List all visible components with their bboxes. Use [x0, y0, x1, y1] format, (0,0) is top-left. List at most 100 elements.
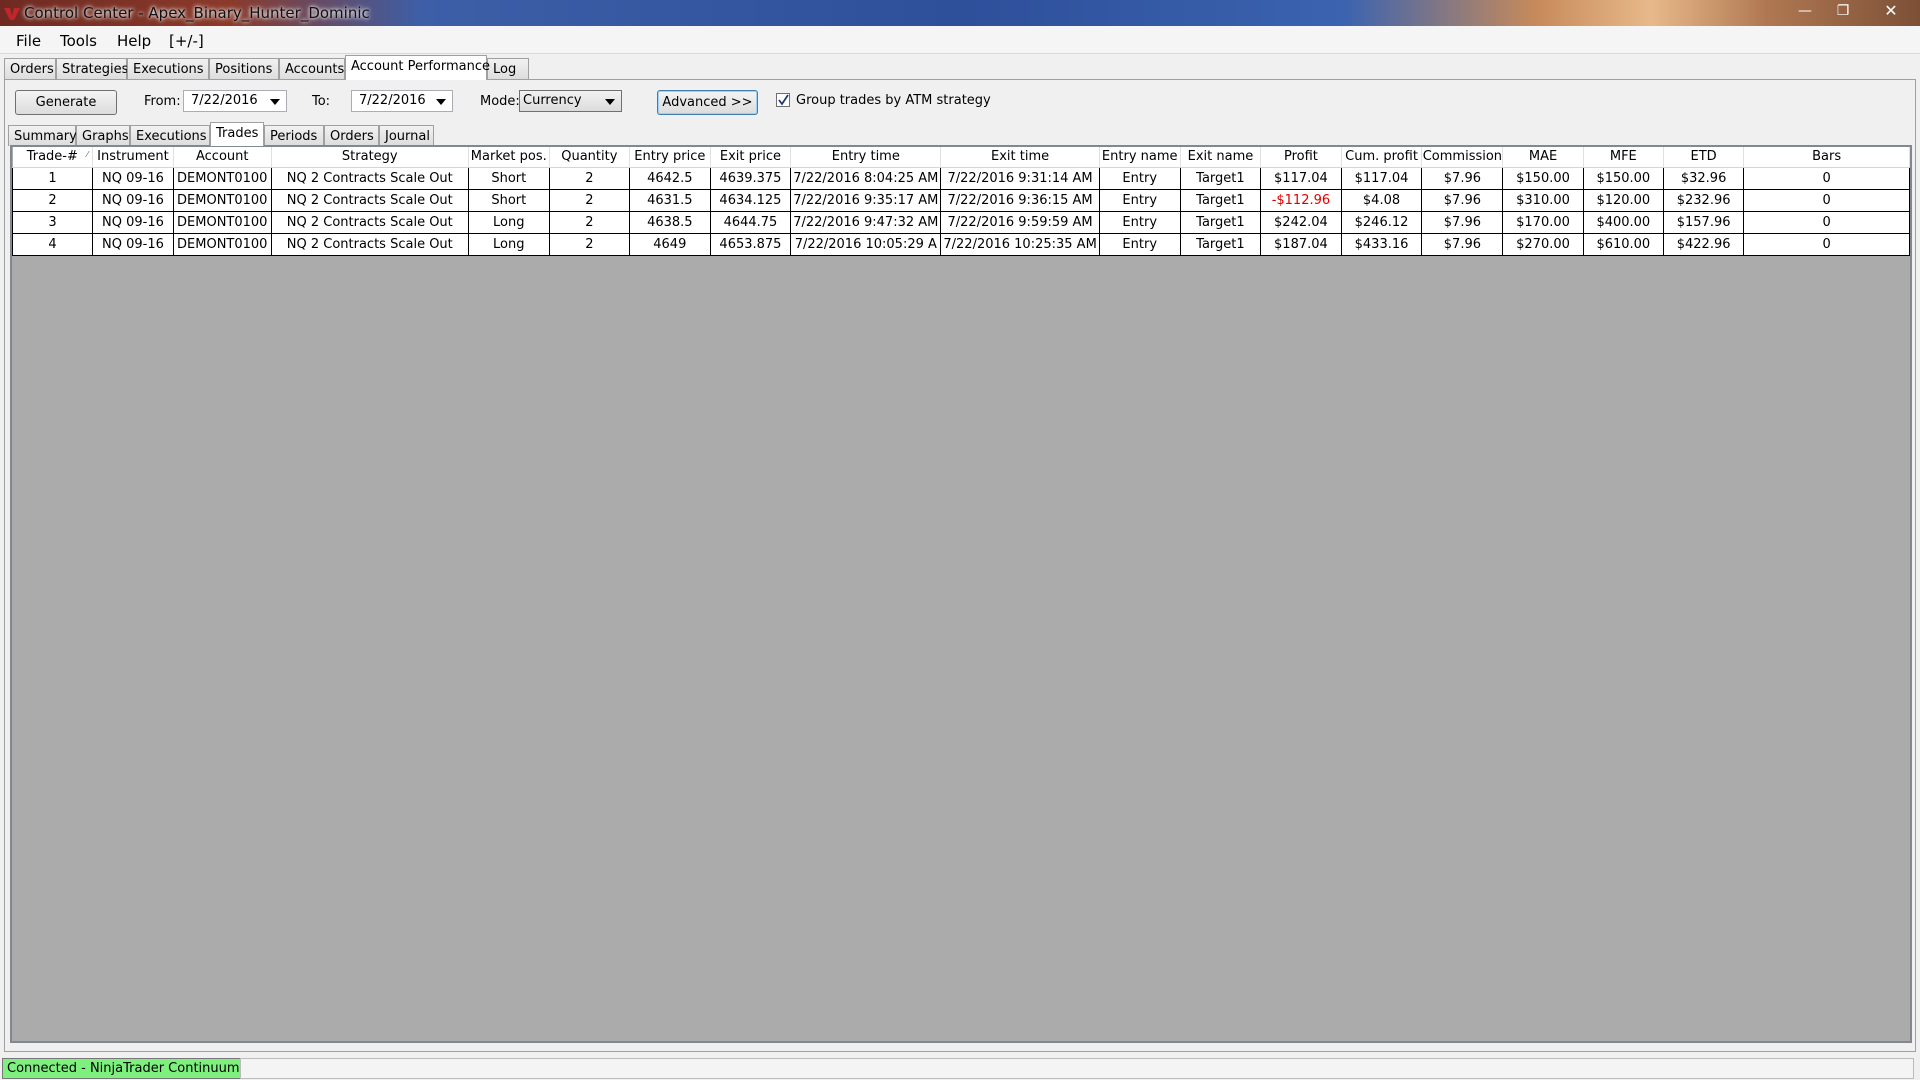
column-header[interactable]: MAE: [1502, 147, 1584, 168]
column-header-label: Strategy: [341, 149, 398, 165]
to-date-value: 7/22/2016: [359, 93, 426, 108]
column-header[interactable]: Account: [173, 147, 272, 168]
advanced-button[interactable]: Advanced >>: [657, 90, 758, 115]
column-header[interactable]: Bars: [1743, 147, 1910, 168]
tab-journal[interactable]: Journal: [379, 125, 434, 146]
trades-grid[interactable]: Trade-# ⁄ Instrument Account Strategy Market …: [10, 145, 1912, 1043]
tab-executions[interactable]: Executions: [127, 58, 209, 80]
table-cell: Entry: [1099, 167, 1181, 190]
column-header[interactable]: Commission: [1421, 147, 1504, 168]
table-row[interactable]: 3 NQ 09-16 DEMONT0100 NQ 2 Contracts Scale …: [12, 211, 1910, 234]
menu-tools[interactable]: Tools: [60, 32, 97, 50]
tab-summary[interactable]: Summary: [8, 125, 77, 146]
connection-status: Connected - NinjaTrader Continuum: [2, 1058, 245, 1079]
chevron-down-icon: [436, 99, 446, 105]
column-header[interactable]: Exit name: [1180, 147, 1262, 168]
tab-positions[interactable]: Positions: [209, 58, 279, 80]
to-date-picker[interactable]: 7/22/2016: [351, 90, 453, 112]
checkmark-icon: [778, 94, 789, 106]
tab-log[interactable]: Log: [487, 58, 529, 80]
table-cell: $400.00: [1583, 211, 1664, 234]
tab-orders-sub[interactable]: Orders: [324, 125, 379, 146]
table-cell: NQ 2 Contracts Scale Out: [271, 233, 469, 256]
column-header[interactable]: Market pos.: [468, 147, 550, 168]
table-cell: Long: [468, 211, 550, 234]
table-cell: $4.08: [1341, 189, 1423, 212]
table-cell: $246.12: [1341, 211, 1423, 234]
menu-help[interactable]: Help: [117, 32, 151, 50]
table-cell: 7/22/2016 8:04:25 AM: [790, 167, 942, 190]
table-cell: $120.00: [1583, 189, 1664, 212]
column-header[interactable]: ETD: [1663, 147, 1745, 168]
tab-trades[interactable]: Trades: [210, 122, 264, 146]
table-cell: 4634.125: [710, 189, 792, 212]
tab-strategies[interactable]: Strategies: [56, 58, 128, 80]
mode-value: Currency: [523, 93, 582, 108]
close-button[interactable]: ✕: [1866, 0, 1916, 22]
column-header-label: Entry name: [1101, 149, 1178, 165]
column-header-label: Exit name: [1187, 149, 1254, 165]
status-bar: Connected - NinjaTrader Continuum: [0, 1055, 1920, 1080]
table-cell: 4649: [629, 233, 711, 256]
column-header[interactable]: Strategy: [271, 147, 469, 168]
table-cell: $242.04: [1260, 211, 1342, 234]
table-cell: 0: [1743, 233, 1910, 256]
column-header-label: Profit: [1283, 149, 1318, 165]
table-row[interactable]: 2 NQ 09-16 DEMONT0100 NQ 2 Contracts Scale …: [12, 189, 1910, 212]
generate-button[interactable]: Generate: [15, 90, 117, 115]
table-cell: 7/22/2016 9:36:15 AM: [940, 189, 1100, 212]
column-header[interactable]: Entry price: [629, 147, 711, 168]
column-header[interactable]: Entry time: [790, 147, 942, 168]
table-cell: Short: [468, 189, 550, 212]
table-cell: 0: [1743, 167, 1910, 190]
table-row[interactable]: 1 NQ 09-16 DEMONT0100 NQ 2 Contracts Scale …: [12, 167, 1910, 190]
mode-select[interactable]: Currency: [519, 90, 622, 112]
table-cell: NQ 09-16: [92, 189, 174, 212]
column-header[interactable]: MFE: [1583, 147, 1664, 168]
table-cell: 7/22/2016 9:35:17 AM: [790, 189, 942, 212]
column-header[interactable]: Cum. profit: [1341, 147, 1423, 168]
column-header-label: Cum. profit: [1345, 149, 1418, 165]
column-header[interactable]: Quantity: [549, 147, 630, 168]
menu-toggle[interactable]: [+/-]: [169, 32, 204, 50]
column-header-label: ETD: [1690, 149, 1717, 165]
column-header-label: Quantity: [561, 149, 618, 165]
column-header[interactable]: Exit price: [710, 147, 792, 168]
tab-executions-sub[interactable]: Executions: [130, 125, 210, 146]
tab-periods[interactable]: Periods: [264, 125, 324, 146]
column-header[interactable]: Exit time: [940, 147, 1100, 168]
table-cell: $187.04: [1260, 233, 1342, 256]
table-cell: NQ 09-16: [92, 233, 174, 256]
maximize-button[interactable]: ❐: [1826, 0, 1860, 22]
minimize-button[interactable]: —: [1788, 0, 1822, 22]
column-header[interactable]: Trade-# ⁄: [12, 147, 94, 168]
tab-account-performance[interactable]: Account Performance: [345, 55, 490, 80]
chevron-down-icon: [605, 99, 615, 105]
table-cell: $7.96: [1421, 189, 1504, 212]
mode-label: Mode:: [480, 94, 520, 109]
table-cell: DEMONT0100: [173, 233, 272, 256]
table-cell: NQ 2 Contracts Scale Out: [271, 211, 469, 234]
table-cell: 2: [549, 211, 630, 234]
menu-file[interactable]: File: [16, 32, 41, 50]
table-body: 1 NQ 09-16 DEMONT0100 NQ 2 Contracts Scale …: [12, 167, 1910, 256]
column-header[interactable]: Profit: [1260, 147, 1342, 168]
tab-graphs[interactable]: Graphs: [76, 125, 130, 146]
column-header[interactable]: Instrument: [92, 147, 174, 168]
group-trades-checkbox[interactable]: [776, 93, 790, 107]
table-cell: 0: [1743, 189, 1910, 212]
column-header-label: Account: [196, 149, 249, 165]
tab-orders[interactable]: Orders: [4, 58, 56, 80]
table-cell: 4631.5: [629, 189, 711, 212]
table-cell: 4: [12, 233, 94, 256]
table-cell: $170.00: [1502, 211, 1584, 234]
from-date-value: 7/22/2016: [191, 93, 258, 108]
menu-bar: File Tools Help [+/-]: [0, 26, 1920, 54]
table-cell: 4642.5: [629, 167, 711, 190]
tab-accounts[interactable]: Accounts: [279, 58, 345, 80]
table-cell: 2: [12, 189, 94, 212]
column-header[interactable]: Entry name: [1099, 147, 1181, 168]
table-cell: Entry: [1099, 189, 1181, 212]
from-date-picker[interactable]: 7/22/2016: [183, 90, 287, 112]
table-row[interactable]: 4 NQ 09-16 DEMONT0100 NQ 2 Contracts Scale …: [12, 233, 1910, 256]
